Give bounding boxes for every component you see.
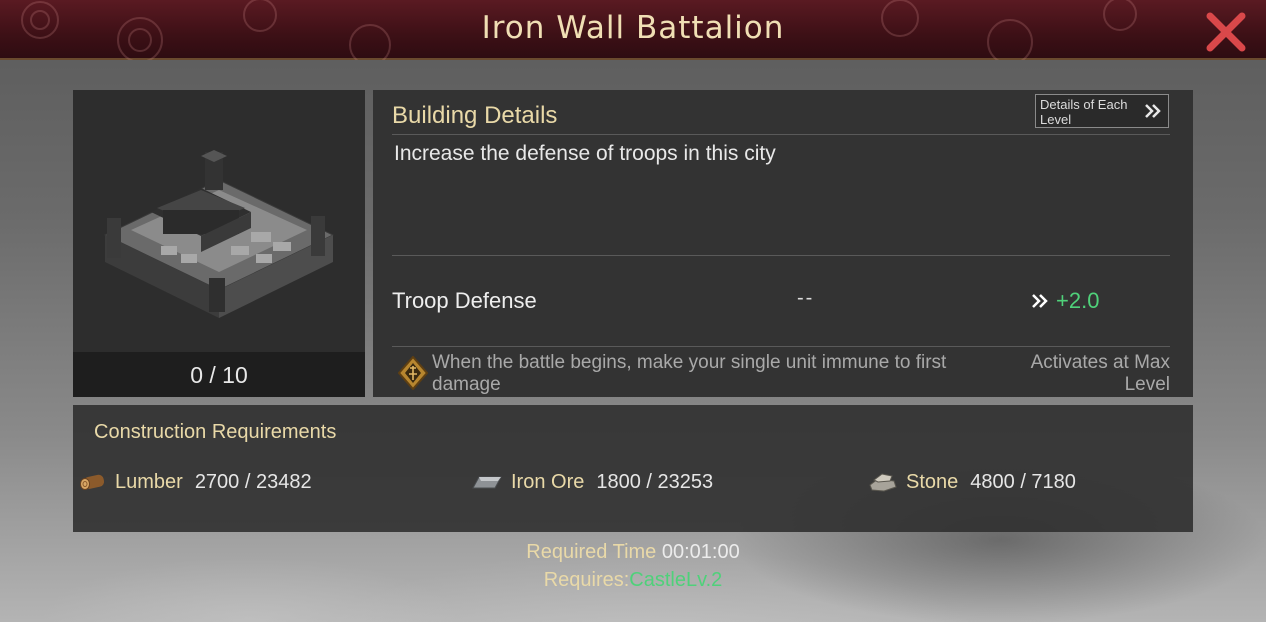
skill-badge-icon	[398, 356, 428, 390]
resource-count: 1800 / 23253	[596, 470, 714, 493]
stat-name: Troop Defense	[392, 288, 537, 313]
requirements-title: Construction Requirements	[94, 421, 337, 443]
prerequisite-label: Requires:	[543, 569, 630, 591]
building-preview-panel: 0 / 10	[73, 90, 365, 397]
required-time-value: 00:01:00	[661, 541, 740, 563]
skill-activation-condition: Activates at Max Level	[1030, 352, 1170, 395]
resource-stone: Stone 4800 / 7180	[868, 468, 1076, 496]
required-time: Required Time 00:01:00	[0, 541, 1266, 564]
stone-icon	[869, 473, 897, 492]
divider	[392, 134, 1170, 135]
divider	[392, 346, 1170, 347]
stat-next-value: +2.0	[1056, 288, 1100, 313]
double-chevron-right-icon	[1145, 104, 1161, 118]
title-bar: Iron Wall Battalion	[0, 0, 1266, 60]
building-description: Increase the defense of troops in this c…	[394, 142, 776, 165]
page-title: Iron Wall Battalion	[481, 10, 785, 46]
resource-name: Lumber	[115, 470, 183, 493]
resource-lumber: Lumber 2700 / 23482	[79, 468, 312, 496]
resource-iron-ore: Iron Ore 1800 / 23253	[471, 468, 713, 496]
prerequisite-value: CastleLv.2	[629, 569, 723, 591]
resource-name: Stone	[906, 470, 959, 493]
details-title: Building Details	[392, 102, 558, 129]
divider	[392, 255, 1170, 256]
details-of-each-level-button[interactable]: Details of Each Level	[1035, 94, 1169, 128]
resource-name: Iron Ore	[511, 470, 585, 493]
prerequisite: Requires:CastleLv.2	[0, 569, 1266, 592]
resource-count: 2700 / 23482	[194, 470, 312, 493]
details-of-each-level-label: Details of Each Level	[1040, 97, 1128, 127]
building-details-panel: Building Details Details of Each Level I…	[373, 90, 1193, 397]
construction-requirements-panel: Construction Requirements Lumber 2700 / …	[73, 405, 1193, 532]
required-time-label: Required Time	[526, 541, 657, 563]
double-chevron-right-icon	[1032, 294, 1048, 308]
stat-current-value: --	[797, 287, 815, 309]
building-level: 0 / 10	[73, 352, 365, 397]
resource-count: 4800 / 7180	[970, 470, 1076, 493]
iron-ore-icon	[472, 476, 502, 489]
building-image	[103, 150, 335, 318]
close-button[interactable]	[1206, 12, 1246, 52]
lumber-icon	[80, 474, 105, 490]
close-icon	[1206, 12, 1246, 52]
skill-description: When the battle begins, make your single…	[432, 352, 947, 395]
